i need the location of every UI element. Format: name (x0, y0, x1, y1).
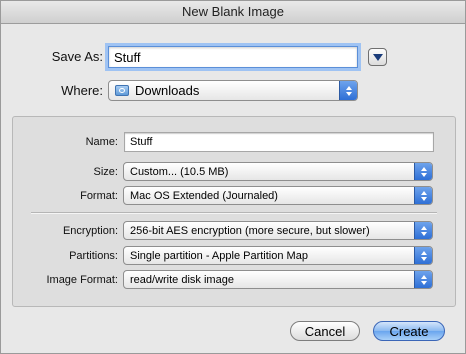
format-value: Mac OS Extended (Journaled) (130, 189, 278, 202)
updown-arrows-icon (414, 187, 432, 204)
updown-arrows-icon (414, 163, 432, 180)
save-as-field[interactable] (108, 46, 358, 68)
name-label: Name: (85, 136, 118, 148)
updown-arrows-icon (339, 81, 357, 100)
image-format-label: Image Format: (46, 274, 118, 286)
window-title: New Blank Image (1, 1, 465, 24)
chevron-down-icon (372, 54, 383, 61)
downloads-folder-icon (115, 85, 129, 96)
encryption-popup[interactable]: 256-bit AES encryption (more secure, but… (123, 221, 433, 240)
size-value: Custom... (10.5 MB) (130, 165, 229, 178)
new-blank-image-dialog: New Blank Image Save As: Where: Download… (0, 0, 466, 354)
group-separator (31, 212, 437, 214)
size-label: Size: (93, 166, 118, 178)
encryption-label: Encryption: (62, 225, 118, 237)
encryption-value: 256-bit AES encryption (more secure, but… (130, 224, 370, 237)
expand-save-panel-button[interactable] (368, 48, 387, 66)
name-field[interactable] (124, 132, 434, 152)
cancel-button[interactable]: Cancel (290, 321, 360, 341)
create-button[interactable]: Create (373, 321, 445, 341)
format-label: Format: (80, 190, 118, 202)
where-label: Where: (61, 83, 103, 98)
partitions-popup[interactable]: Single partition - Apple Partition Map (123, 246, 433, 265)
updown-arrows-icon (414, 247, 432, 264)
size-popup[interactable]: Custom... (10.5 MB) (123, 162, 433, 181)
partitions-label: Partitions: (69, 250, 118, 262)
format-popup[interactable]: Mac OS Extended (Journaled) (123, 186, 433, 205)
where-popup[interactable]: Downloads (108, 80, 358, 101)
updown-arrows-icon (414, 222, 432, 239)
image-format-value: read/write disk image (130, 273, 234, 286)
updown-arrows-icon (414, 271, 432, 288)
partitions-value: Single partition - Apple Partition Map (130, 249, 308, 262)
image-format-popup[interactable]: read/write disk image (123, 270, 433, 289)
save-as-label: Save As: (51, 49, 103, 64)
where-value: Downloads (135, 83, 200, 98)
